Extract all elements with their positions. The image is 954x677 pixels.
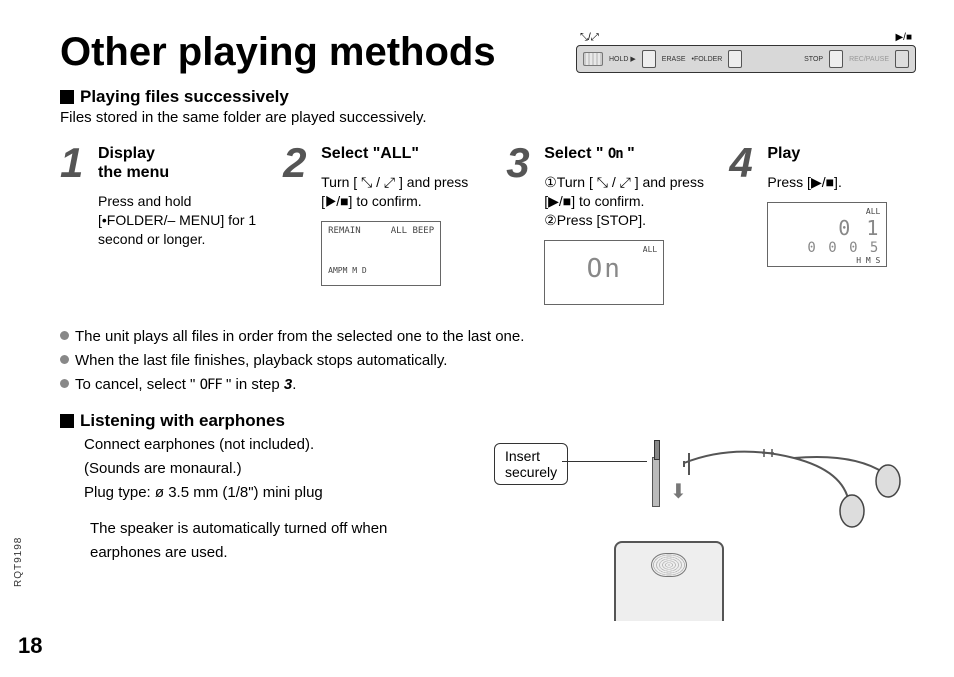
recpause-label: REC/PAUSE	[849, 56, 889, 63]
step-number: 3	[506, 144, 536, 305]
play-stop-label: ▶/■	[895, 32, 912, 43]
speaker-grille-icon	[583, 52, 603, 66]
on-glyph: On	[608, 146, 623, 162]
earphones-icon	[674, 433, 914, 563]
step3-title: Select " On "	[544, 144, 711, 163]
folder-label: •FOLDER	[692, 56, 723, 63]
plug-icon	[652, 457, 660, 507]
step4-instr: Press [▶/■].	[767, 173, 887, 192]
bullet-dot-icon	[60, 379, 69, 388]
page-number: 18	[18, 633, 42, 659]
lcd-units: H M S	[774, 256, 880, 265]
lcd-big: 0 1	[774, 216, 880, 240]
steps-row: 1 Display the menu Press and hold [•FOLD…	[60, 144, 914, 305]
lcd-time: 0 0 0 5	[774, 240, 880, 256]
lcd-text: ALL	[643, 245, 657, 254]
square-bullet-icon	[60, 414, 74, 428]
callout-line	[562, 461, 647, 462]
rec-button-illus	[895, 50, 909, 68]
section2-heading: Listening with earphones	[80, 411, 285, 431]
lcd-step2: REMAIN ALL BEEP AMPM M D	[321, 221, 441, 286]
step3-instr: ①Turn [ ⤡ / ⤢ ] and press [▶/■] to confi…	[544, 173, 711, 230]
step2-instr: Turn [ ⤡ / ⤢ ] and press [▶/■] to confir…	[321, 173, 488, 211]
folder-button-illus	[728, 50, 742, 68]
step1-title: Display the menu	[98, 144, 265, 182]
step-2: 2 Select "ALL" Turn [ ⤡ / ⤢ ] and press …	[283, 144, 488, 305]
step2-title: Select "ALL"	[321, 144, 488, 163]
section-playing-files: Playing files successively	[60, 87, 914, 107]
bullet-dot-icon	[60, 331, 69, 340]
square-bullet-icon	[60, 90, 74, 104]
step-number: 2	[283, 144, 313, 305]
stop-label: STOP	[804, 56, 823, 63]
step-4: 4 Play Press [▶/■]. ALL 0 1 0 0 0 5 H M …	[729, 144, 914, 305]
joy-label: ⤡/⤢	[580, 32, 599, 43]
hold-label: HOLD ▶	[609, 55, 636, 63]
off-glyph: OFF	[200, 377, 222, 393]
step-3: 3 Select " On " ①Turn [ ⤡ / ⤢ ] and pres…	[506, 144, 711, 305]
section1-heading: Playing files successively	[80, 87, 289, 107]
lcd-step4: ALL 0 1 0 0 0 5 H M S	[767, 202, 887, 267]
lcd-big: On	[551, 254, 657, 284]
note-cancel: To cancel, select " OFF " in step 3.	[75, 373, 296, 397]
erase-label: ERASE	[662, 56, 686, 63]
document-code: RQT9198	[13, 537, 24, 587]
insert-callout: Insert securely	[494, 443, 568, 485]
step1-instr: Press and hold [•FOLDER/– MENU] for 1 se…	[98, 192, 265, 249]
lcd-text: ALL BEEP	[391, 226, 434, 236]
device-top-illustration: ⤡/⤢ ▶/■ HOLD ▶ ERASE •FOLDER STOP REC/PA…	[576, 32, 916, 74]
earphone-note: The speaker is automatically turned off …	[90, 517, 444, 565]
earphone-illustration: Insert securely ⬇	[474, 433, 914, 613]
step-number: 4	[729, 144, 759, 305]
erase-button-illus	[642, 50, 656, 68]
stop-button-illus	[829, 50, 843, 68]
bullet-dot-icon	[60, 355, 69, 364]
earphone-body: Connect earphones (not included). (Sound…	[84, 433, 444, 505]
lcd-text: ALL	[866, 207, 880, 216]
notes-list: The unit plays all files in order from t…	[60, 325, 914, 397]
section1-intro: Files stored in the same folder are play…	[60, 109, 914, 126]
note-2: When the last file finishes, playback st…	[75, 349, 447, 373]
step-1: 1 Display the menu Press and hold [•FOLD…	[60, 144, 265, 305]
lcd-step3: ALL On	[544, 240, 664, 305]
note-1: The unit plays all files in order from t…	[75, 325, 524, 349]
lcd-text: REMAIN	[328, 226, 361, 236]
step4-title: Play	[767, 144, 887, 163]
lcd-text: AMPM M D	[328, 266, 367, 275]
step-number: 1	[60, 144, 90, 305]
section-earphones: Listening with earphones	[60, 411, 914, 431]
